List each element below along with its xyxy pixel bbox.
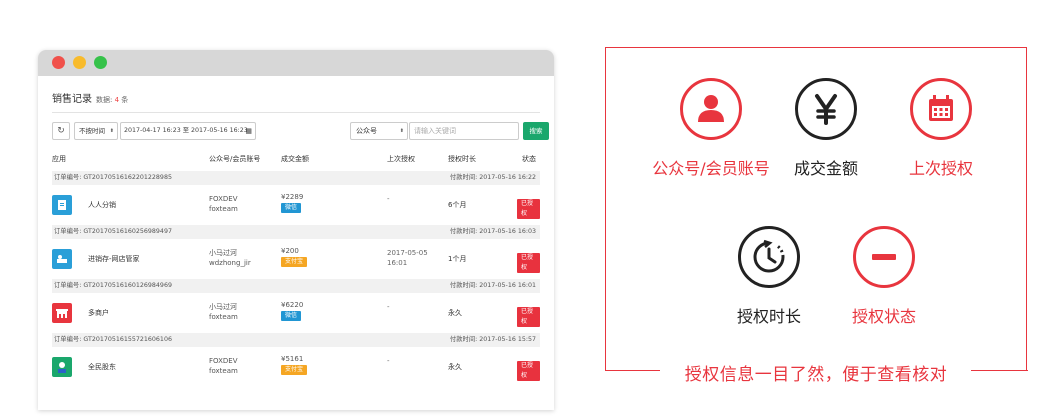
- account-cell: FOXDEV foxteam: [209, 195, 238, 213]
- app-name[interactable]: 人人分销: [88, 200, 116, 210]
- order-number: 订单编号: GT20170516160126984969: [54, 282, 172, 289]
- shareholder-app-icon: [52, 357, 72, 377]
- status-badge: 已授权: [517, 307, 540, 327]
- app-name[interactable]: 进销存-网店管家: [88, 254, 140, 264]
- window-content: 销售记录 数据: 4 条 ↻ 不按时间 ⬍ 2017-04-17 16:23 至 2…: [38, 76, 554, 410]
- column-header: 上次授权: [387, 155, 415, 163]
- feature-item: 上次授权: [871, 78, 1011, 179]
- auth-duration: 永久: [448, 363, 462, 371]
- account-type-select[interactable]: 公众号 ⬍: [350, 122, 408, 140]
- payment-method-badge: 微信: [281, 203, 302, 213]
- amount-cell: ¥2289 微信: [281, 193, 304, 213]
- filter-bar: ↻ 不按时间 ⬍ 2017-04-17 16:23 至 2017-05-16 16…: [52, 122, 549, 140]
- feature-panel: 公众号/会员账号 成交金额 上次授权 授权时长 授权状态: [605, 47, 1027, 371]
- status-badge: 已授权: [517, 199, 540, 219]
- auth-duration: 1个月: [448, 255, 467, 263]
- panel-border-right: [971, 370, 1028, 371]
- column-header: 状态: [522, 155, 536, 163]
- search-button[interactable]: 搜索: [523, 122, 549, 140]
- column-header: 授权时长: [448, 155, 476, 163]
- status-badge: 已授权: [517, 253, 540, 273]
- clock-icon: [738, 226, 800, 288]
- order-number: 订单编号: GT20170516155721606106: [54, 336, 172, 343]
- divider: [52, 112, 540, 113]
- table-row[interactable]: 多商户 小马过河 foxteam ¥6220 微信 - 永久 已授权: [52, 293, 540, 333]
- feature-label: 上次授权: [908, 159, 973, 178]
- time-filter-select[interactable]: 不按时间 ⬍: [74, 122, 118, 140]
- calendar-icon: ▦: [245, 127, 252, 135]
- feature-label: 授权状态: [851, 307, 916, 326]
- column-header: 应用: [52, 155, 66, 163]
- page-title: 销售记录: [52, 94, 92, 105]
- user-icon: [680, 78, 742, 140]
- payment-method-badge: 支付宝: [281, 257, 308, 267]
- sales-record-window: 销售记录 数据: 4 条 ↻ 不按时间 ⬍ 2017-04-17 16:23 至 2…: [38, 50, 554, 410]
- yen-icon: [795, 78, 857, 140]
- order-number: 订单编号: GT20170516162201228985: [54, 174, 172, 181]
- date-range-input[interactable]: 2017-04-17 16:23 至 2017-05-16 16:23 ▦: [120, 122, 256, 140]
- refresh-button[interactable]: ↻: [52, 122, 70, 140]
- account-cell: FOXDEV foxteam: [209, 357, 238, 375]
- window-titlebar: [38, 50, 554, 76]
- maximize-window-button[interactable]: [94, 56, 107, 69]
- order-header-row: 订单编号: GT20170516160126984969 付款时间: 2017-0…: [52, 279, 540, 293]
- app-name[interactable]: 全民股东: [88, 362, 116, 372]
- select-caret-icon: ⬍: [109, 128, 114, 134]
- page-header: 销售记录 数据: 4 条: [52, 90, 128, 105]
- minimize-window-button[interactable]: [73, 56, 86, 69]
- amount-cell: ¥5161 支付宝: [281, 354, 308, 375]
- search-input[interactable]: 请输入关键词: [409, 122, 519, 140]
- table-row[interactable]: 人人分销 FOXDEV foxteam ¥2289 微信 - 6个月 已授权: [52, 185, 540, 225]
- column-header: 公众号/会员账号: [209, 155, 261, 163]
- auth-duration: 永久: [448, 309, 462, 317]
- account-cell: 小马过河 wdzhong_jir: [209, 249, 251, 267]
- panel-caption: 授权信息一目了然，便于查看核对: [684, 365, 948, 385]
- feature-item: 授权状态: [814, 226, 954, 327]
- payment-time: 付款时间: 2017-05-16 16:01: [449, 282, 536, 289]
- order-header-row: 订单编号: GT20170516155721606106 付款时间: 2017-0…: [52, 333, 540, 347]
- amount-cell: ¥200 支付宝: [281, 246, 308, 267]
- last-auth-cell: 2017-05-05 16:01: [387, 249, 428, 267]
- payment-method-badge: 微信: [281, 311, 302, 321]
- order-header-row: 订单编号: GT20170516162201228985 付款时间: 2017-0…: [52, 171, 540, 185]
- app-name[interactable]: 多商户: [88, 308, 109, 318]
- minus-icon: [853, 226, 915, 288]
- payment-time: 付款时间: 2017-05-16 16:22: [449, 174, 536, 181]
- select-caret-icon: ⬍: [399, 128, 404, 134]
- distribution-app-icon: [52, 195, 72, 215]
- calendar-icon: [910, 78, 972, 140]
- amount-cell: ¥6220 微信: [281, 301, 304, 321]
- status-badge: 已授权: [517, 361, 540, 381]
- table-row[interactable]: 进销存-网店管家 小马过河 wdzhong_jir ¥200 支付宝 2017-05-05…: [52, 239, 540, 279]
- order-header-row: 订单编号: GT20170516160256989497 付款时间: 2017-0…: [52, 225, 540, 239]
- column-header: 成交金额: [281, 155, 309, 163]
- close-window-button[interactable]: [52, 56, 65, 69]
- payment-time: 付款时间: 2017-05-16 16:03: [449, 228, 536, 235]
- last-auth-cell: -: [387, 195, 390, 203]
- refresh-icon: ↻: [57, 126, 65, 136]
- inventory-app-icon: [52, 249, 72, 269]
- payment-method-badge: 支付宝: [281, 365, 308, 375]
- order-number: 订单编号: GT20170516160256989497: [54, 228, 172, 235]
- last-auth-cell: -: [387, 357, 390, 365]
- table-row[interactable]: 全民股东 FOXDEV foxteam ¥5161 支付宝 - 永久 已授权: [52, 347, 540, 387]
- auth-duration: 6个月: [448, 201, 467, 209]
- account-cell: 小马过河 foxteam: [209, 303, 238, 321]
- table-header: 应用 公众号/会员账号 成交金额 上次授权 授权时长 状态: [52, 152, 540, 168]
- payment-time: 付款时间: 2017-05-16 15:57: [449, 336, 536, 343]
- panel-border-left: [605, 370, 660, 371]
- multi-merchant-app-icon: [52, 303, 72, 323]
- last-auth-cell: -: [387, 303, 390, 311]
- record-count: 数据: 4 条: [96, 96, 129, 104]
